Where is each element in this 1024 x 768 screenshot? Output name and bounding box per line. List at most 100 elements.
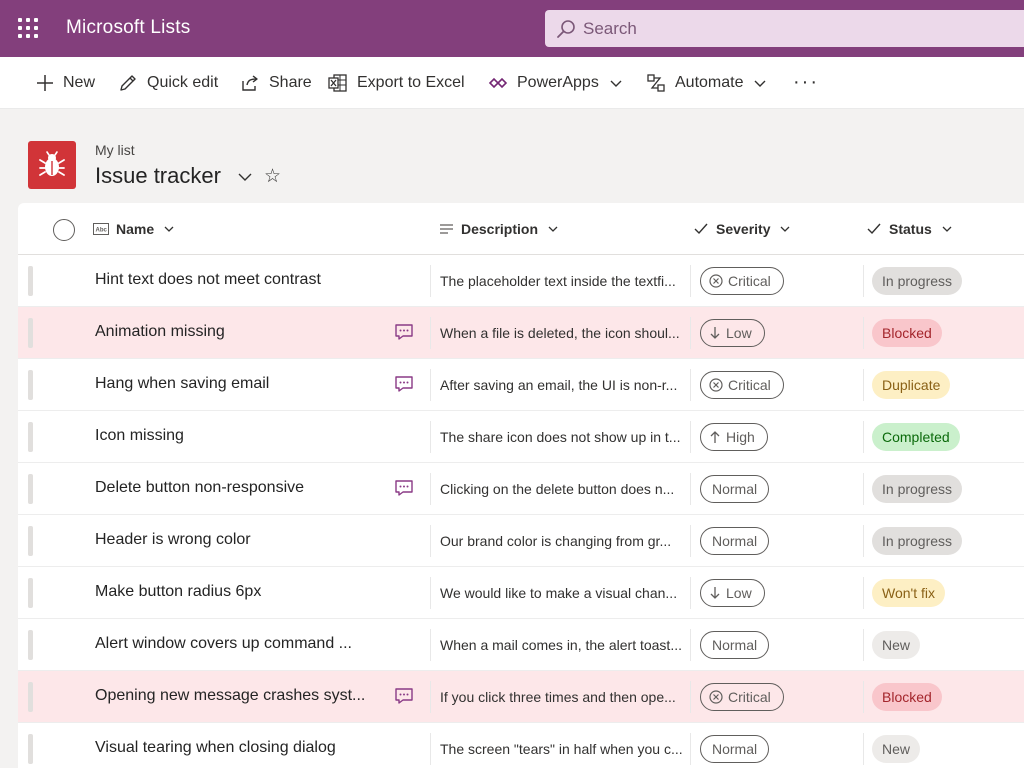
arrow-up-icon (710, 431, 720, 443)
item-name[interactable]: Visual tearing when closing dialog (95, 739, 336, 757)
new-button[interactable]: New (36, 57, 95, 109)
status-badge: In progress (872, 527, 963, 555)
column-divider (430, 733, 431, 765)
table-row[interactable]: Icon missing The share icon does not show… (18, 411, 1024, 463)
status-label: In progress (882, 481, 953, 497)
breadcrumb[interactable]: My list (95, 142, 135, 158)
critical-x-icon (709, 274, 723, 288)
row-selector[interactable] (28, 734, 33, 764)
row-selector[interactable] (28, 474, 33, 504)
column-header-name[interactable]: Abc Name (93, 203, 175, 255)
more-options-button[interactable]: ··· (793, 71, 819, 94)
severity-pill: Normal (700, 475, 770, 503)
status-badge: New (872, 735, 921, 763)
item-description: Clicking on the delete button does n... (440, 481, 675, 497)
status-label: In progress (882, 273, 953, 289)
table-row[interactable]: Opening new message crashes syst... If yo… (18, 671, 1024, 723)
table-row[interactable]: Animation missing When a file is deleted,… (18, 307, 1024, 359)
table-row[interactable]: Hint text does not meet contrast The plac… (18, 255, 1024, 307)
row-selector[interactable] (28, 370, 33, 400)
table-row[interactable]: Hang when saving email After saving an em… (18, 359, 1024, 411)
column-header-description[interactable]: Description (439, 203, 559, 255)
row-selector[interactable] (28, 318, 33, 348)
favorite-star-icon[interactable]: ☆ (264, 165, 281, 188)
row-selector[interactable] (28, 578, 33, 608)
status-badge: Won't fix (872, 579, 945, 607)
status-badge: In progress (872, 267, 963, 295)
status-badge: Completed (872, 423, 960, 451)
app-launcher-icon[interactable] (18, 18, 38, 38)
command-bar: New Quick edit Share Export to Excel Pow… (0, 57, 1024, 109)
item-name[interactable]: Icon missing (95, 427, 184, 445)
severity-pill: Critical (700, 267, 784, 295)
comment-indicator[interactable] (394, 323, 414, 346)
comment-indicator[interactable] (394, 375, 414, 398)
severity-label: Normal (712, 533, 758, 549)
column-divider (430, 577, 431, 609)
item-name[interactable]: Alert window covers up command ... (95, 635, 352, 653)
severity-label: Low (726, 585, 752, 601)
comment-indicator[interactable] (394, 687, 414, 710)
export-to-excel-button[interactable]: Export to Excel (328, 57, 465, 109)
powerapps-button[interactable]: PowerApps (488, 57, 623, 109)
item-name[interactable]: Hint text does not meet contrast (95, 271, 321, 289)
row-selector[interactable] (28, 422, 33, 452)
column-divider (430, 317, 431, 349)
column-header-row: Abc Name Description Severity Status (18, 203, 1024, 255)
item-description: When a file is deleted, the icon shoul..… (440, 325, 680, 341)
item-name[interactable]: Hang when saving email (95, 375, 269, 393)
column-header-severity[interactable]: Severity (693, 203, 791, 255)
select-all-checkbox[interactable] (53, 219, 75, 241)
status-badge: New (872, 631, 921, 659)
share-label: Share (269, 74, 312, 91)
status-label: In progress (882, 533, 953, 549)
severity-pill: Low (700, 579, 765, 607)
critical-x-icon (709, 690, 723, 704)
item-name[interactable]: Opening new message crashes syst... (95, 687, 365, 705)
column-divider (690, 421, 691, 453)
column-divider (690, 681, 691, 713)
row-selector[interactable] (28, 266, 33, 296)
row-selector[interactable] (28, 630, 33, 660)
item-name[interactable]: Header is wrong color (95, 531, 251, 549)
chevron-down-icon[interactable] (236, 167, 254, 185)
table-row[interactable]: Delete button non-responsive Clicking on … (18, 463, 1024, 515)
item-description: The share icon does not show up in t... (440, 429, 681, 445)
status-label: New (882, 637, 911, 653)
column-divider (690, 265, 691, 297)
search-box[interactable]: Search (545, 10, 1024, 47)
status-label: Completed (882, 429, 950, 445)
table-row[interactable]: Visual tearing when closing dialog The sc… (18, 723, 1024, 768)
item-name[interactable]: Make button radius 6px (95, 583, 261, 601)
app-title[interactable]: Microsoft Lists (66, 17, 190, 39)
search-icon (557, 20, 575, 38)
item-description: If you click three times and then ope... (440, 689, 676, 705)
status-badge: Duplicate (872, 371, 951, 399)
column-divider (863, 421, 864, 453)
table-row[interactable]: Alert window covers up command ... When a… (18, 619, 1024, 671)
row-selector[interactable] (28, 682, 33, 712)
share-button[interactable]: Share (240, 57, 312, 109)
quick-edit-button[interactable]: Quick edit (118, 57, 218, 109)
column-header-status[interactable]: Status (866, 203, 953, 255)
column-name-label: Name (116, 221, 155, 237)
status-label: Duplicate (882, 377, 941, 393)
choice-checkmark-icon (867, 223, 881, 235)
status-label: Blocked (882, 325, 932, 341)
severity-pill: Normal (700, 527, 770, 555)
item-name[interactable]: Delete button non-responsive (95, 479, 304, 497)
automate-button[interactable]: Automate (646, 57, 767, 109)
critical-x-icon (709, 378, 723, 392)
comment-indicator[interactable] (394, 479, 414, 502)
column-divider (863, 473, 864, 505)
chevron-down-icon (610, 80, 622, 87)
item-description: Our brand color is changing from gr... (440, 533, 672, 549)
column-status-label: Status (889, 221, 932, 237)
item-name[interactable]: Animation missing (95, 323, 225, 341)
column-divider (863, 733, 864, 765)
table-row[interactable]: Header is wrong color Our brand color is … (18, 515, 1024, 567)
column-divider (690, 629, 691, 661)
row-selector[interactable] (28, 526, 33, 556)
item-description: When a mail comes in, the alert toast... (440, 637, 682, 653)
table-row[interactable]: Make button radius 6px We would like to m… (18, 567, 1024, 619)
